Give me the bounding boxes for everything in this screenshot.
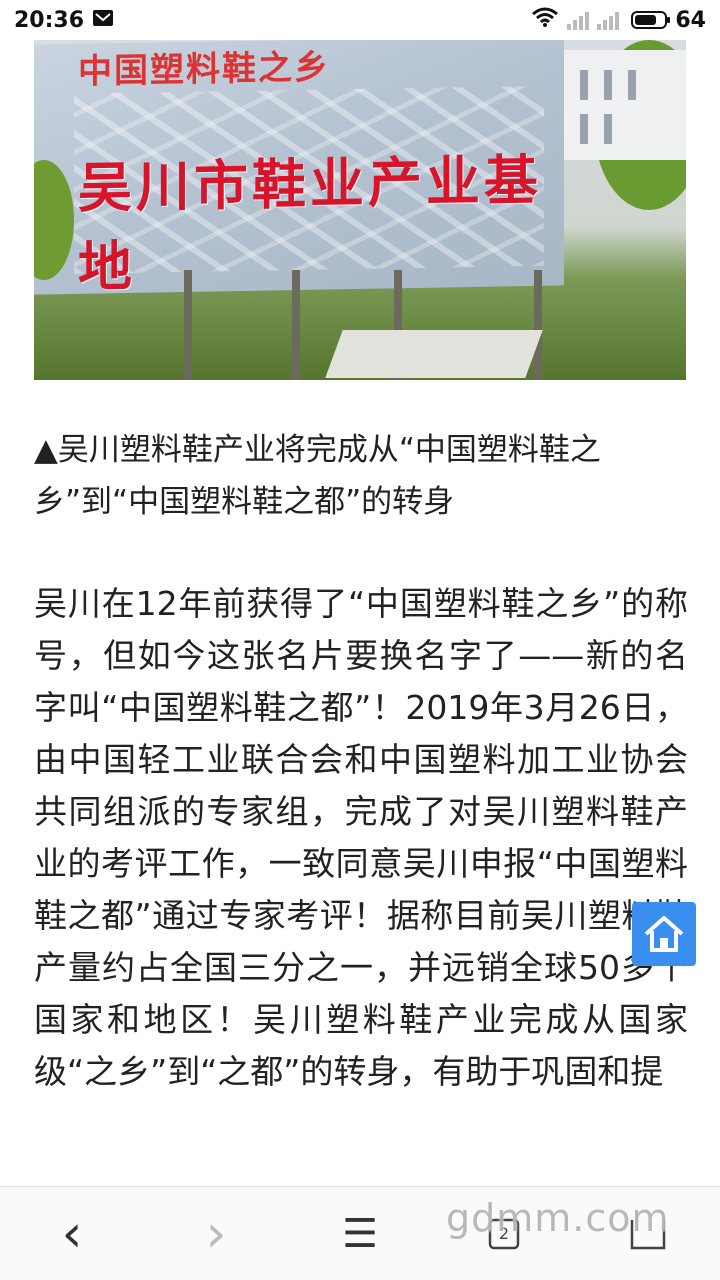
home-button[interactable] bbox=[632, 902, 696, 966]
billboard-big-text: 吴川市鞋业产业基地 bbox=[78, 148, 542, 299]
home-icon bbox=[644, 916, 684, 952]
article-paragraph: 吴川在12年前获得了“中国塑料鞋之乡”的称号，但如今这张名片要换名字了——新的名… bbox=[34, 584, 688, 1091]
watermark: gdmm.com bbox=[446, 1196, 670, 1240]
battery-icon bbox=[631, 11, 671, 29]
back-button[interactable]: ‹ bbox=[27, 1199, 117, 1269]
photo-caption: ▲吴川塑料鞋产业将完成从“中国塑料鞋之乡”到“中国塑料鞋之都”的转身 bbox=[34, 432, 601, 520]
menu-button[interactable]: ☰ bbox=[315, 1199, 405, 1269]
forward-icon: › bbox=[205, 1203, 227, 1264]
billboard-post bbox=[534, 270, 542, 380]
status-bar: 20:36 64 bbox=[0, 0, 720, 40]
wifi-icon bbox=[531, 6, 559, 34]
back-icon: ‹ bbox=[61, 1203, 83, 1264]
billboard-post bbox=[184, 270, 192, 380]
article-photo: 中国塑料鞋之乡 吴川市鞋业产业基地 bbox=[34, 40, 686, 380]
billboard-post bbox=[292, 270, 300, 380]
clock: 20:36 bbox=[14, 7, 85, 33]
background-building bbox=[562, 50, 686, 160]
billboard-small-text: 中国塑料鞋之乡 bbox=[78, 47, 330, 92]
signal-icon bbox=[597, 10, 620, 30]
stone-slab bbox=[325, 330, 543, 378]
forward-button[interactable]: › bbox=[171, 1199, 261, 1269]
signal-icon bbox=[567, 10, 590, 30]
menu-icon: ☰ bbox=[342, 1210, 378, 1257]
billboard: 中国塑料鞋之乡 吴川市鞋业产业基地 bbox=[34, 40, 564, 299]
message-icon bbox=[92, 8, 114, 33]
battery-level: 64 bbox=[675, 7, 706, 33]
